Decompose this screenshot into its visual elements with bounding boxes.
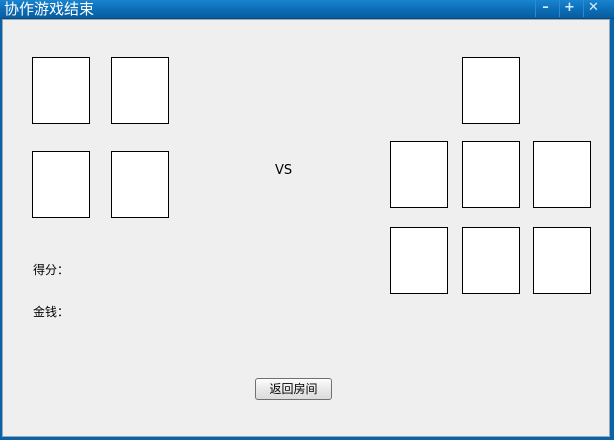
minimize-button[interactable]: – (535, 0, 555, 17)
money-label: 金钱： (33, 305, 70, 319)
right-card-slot (533, 141, 591, 208)
right-card-slot (390, 227, 448, 294)
maximize-button[interactable]: + (559, 0, 579, 17)
right-card-slot (533, 227, 591, 294)
game-over-window: 协作游戏结束 – + ✕ VS 得分： 金钱： 返回房间 (0, 0, 614, 440)
left-card-slot (32, 151, 90, 218)
right-card-slot (462, 141, 520, 208)
title-bar[interactable]: 协作游戏结束 – + ✕ (0, 0, 614, 19)
right-card-slot (462, 57, 520, 124)
window-title: 协作游戏结束 (4, 0, 95, 18)
right-card-slot (390, 141, 448, 208)
left-card-slot (111, 151, 169, 218)
left-card-slot (111, 57, 169, 124)
vs-label: VS (275, 163, 293, 178)
right-card-slot (462, 227, 520, 294)
left-card-slot (32, 57, 90, 124)
content-panel: VS 得分： 金钱： 返回房间 (2, 19, 610, 437)
return-to-room-button[interactable]: 返回房间 (255, 378, 332, 400)
score-label: 得分： (33, 263, 70, 277)
close-button[interactable]: ✕ (583, 0, 603, 17)
